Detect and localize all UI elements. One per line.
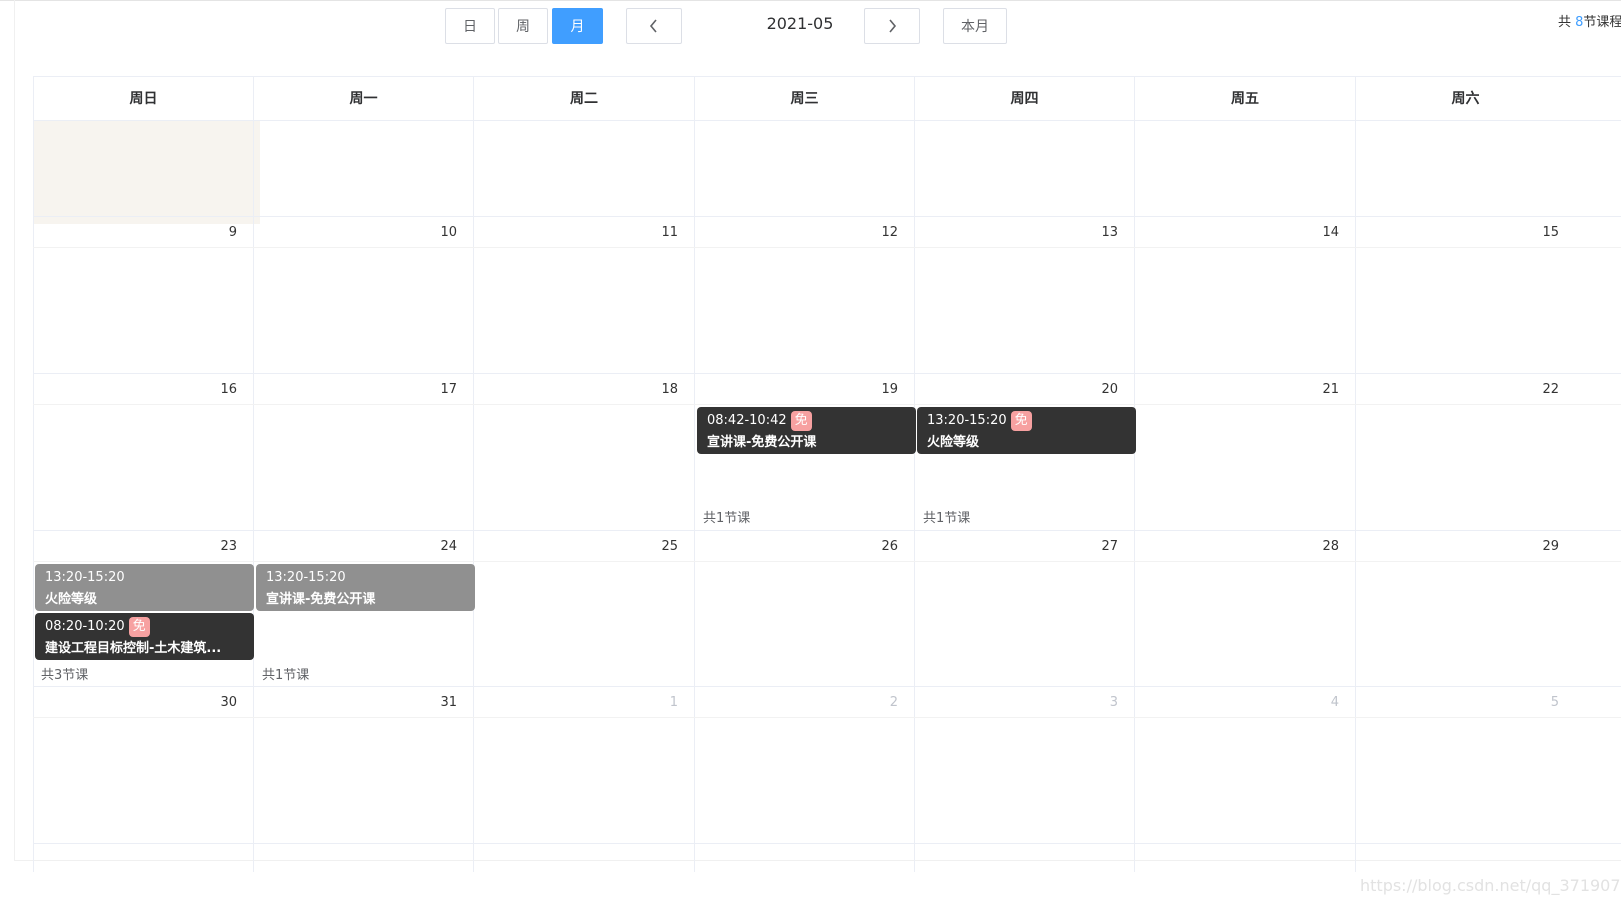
day-number[interactable]: 9 xyxy=(187,225,237,240)
weekday-tue: 周二 xyxy=(473,77,694,121)
date-row-line xyxy=(33,404,1621,405)
weekday-sat: 周六 xyxy=(1355,77,1575,121)
day-number[interactable]: 27 xyxy=(1068,539,1118,554)
day-number-next-month[interactable]: 1 xyxy=(628,695,678,710)
event-title: 火险等级 xyxy=(927,435,980,450)
day-number[interactable]: 15 xyxy=(1509,225,1559,240)
date-row-line xyxy=(33,717,1621,718)
weekday-wed: 周三 xyxy=(694,77,914,121)
this-month-button[interactable]: 本月 xyxy=(943,8,1007,44)
day-number[interactable]: 16 xyxy=(187,382,237,397)
free-badge: 免 xyxy=(128,617,150,637)
day-number[interactable]: 28 xyxy=(1289,539,1339,554)
weekday-mon: 周一 xyxy=(253,77,473,121)
event-time: 13:20-15:20 xyxy=(45,570,125,585)
week-separator xyxy=(33,530,1621,531)
day-number-next-month[interactable]: 3 xyxy=(1068,695,1118,710)
chevron-left-icon xyxy=(649,19,659,33)
view-day-button[interactable]: 日 xyxy=(445,8,495,44)
day-number[interactable]: 31 xyxy=(407,695,457,710)
lesson-count[interactable]: 共1节课 xyxy=(703,507,750,526)
event-time: 13:20-15:20 xyxy=(927,413,1007,428)
view-month-button[interactable]: 月 xyxy=(552,8,603,44)
top-border xyxy=(0,0,1621,1)
weekday-thu: 周四 xyxy=(914,77,1134,121)
grid-line xyxy=(1134,76,1135,872)
next-month-button[interactable] xyxy=(864,8,920,44)
event-time: 13:20-15:20 xyxy=(266,570,346,585)
lesson-count[interactable]: 共3节课 xyxy=(41,664,88,683)
event-time: 08:20-10:20 xyxy=(45,619,125,634)
weekday-sun: 周日 xyxy=(33,77,253,121)
day-number[interactable]: 13 xyxy=(1068,225,1118,240)
day-number[interactable]: 29 xyxy=(1509,539,1559,554)
weekday-header-row: 周日 周一 周二 周三 周四 周五 周六 xyxy=(33,76,1621,121)
summary-suffix: 节课程 xyxy=(1583,15,1621,30)
lesson-event[interactable]: 13:20-15:20 火险等级 xyxy=(35,564,254,611)
day-number[interactable]: 24 xyxy=(407,539,457,554)
lesson-event[interactable]: 08:42-10:42 免 宣讲课-免费公开课 xyxy=(697,407,916,454)
lesson-summary: 共 8节课程 xyxy=(1558,11,1621,30)
day-number[interactable]: 12 xyxy=(848,225,898,240)
grid-line xyxy=(253,76,254,872)
day-number[interactable]: 25 xyxy=(628,539,678,554)
lesson-count[interactable]: 共1节课 xyxy=(262,664,309,683)
empty-day-cell xyxy=(33,121,260,224)
month-calendar: 周日 周一 周二 周三 周四 周五 周六 9 10 11 12 13 14 15… xyxy=(33,76,1621,872)
free-badge: 免 xyxy=(790,411,812,431)
day-number-next-month[interactable]: 2 xyxy=(848,695,898,710)
date-row-line xyxy=(33,247,1621,248)
day-number-next-month[interactable]: 5 xyxy=(1509,695,1559,710)
day-number[interactable]: 22 xyxy=(1509,382,1559,397)
prev-month-button[interactable] xyxy=(626,8,682,44)
watermark: https://blog.csdn.net/qq_37190789 xyxy=(1360,876,1621,895)
grid-line xyxy=(1355,76,1356,872)
lesson-count[interactable]: 共1节课 xyxy=(923,507,970,526)
event-title: 宣讲课-免费公开课 xyxy=(707,435,817,450)
grid-line xyxy=(33,76,34,872)
day-number[interactable]: 26 xyxy=(848,539,898,554)
weekday-fri: 周五 xyxy=(1134,77,1355,121)
free-badge: 免 xyxy=(1010,411,1032,431)
chevron-right-icon xyxy=(887,19,897,33)
day-number[interactable]: 18 xyxy=(628,382,678,397)
day-number[interactable]: 21 xyxy=(1289,382,1339,397)
grid-line xyxy=(473,76,474,872)
week-separator xyxy=(33,843,1621,844)
event-title: 火险等级 xyxy=(45,592,98,607)
day-number[interactable]: 19 xyxy=(848,382,898,397)
summary-prefix: 共 xyxy=(1558,15,1576,30)
day-number[interactable]: 20 xyxy=(1068,382,1118,397)
left-border xyxy=(14,0,15,860)
week-separator xyxy=(33,373,1621,374)
day-number[interactable]: 23 xyxy=(187,539,237,554)
grid-line xyxy=(914,76,915,872)
grid-line xyxy=(694,76,695,872)
date-row-line xyxy=(33,561,1621,562)
event-title: 建设工程目标控制-土木建筑... xyxy=(45,641,222,656)
lesson-event[interactable]: 08:20-10:20 免 建设工程目标控制-土木建筑... xyxy=(35,613,254,660)
day-number[interactable]: 14 xyxy=(1289,225,1339,240)
day-number-next-month[interactable]: 4 xyxy=(1289,695,1339,710)
week-separator xyxy=(33,686,1621,687)
lesson-event[interactable]: 13:20-15:20 免 火险等级 xyxy=(917,407,1136,454)
event-title: 宣讲课-免费公开课 xyxy=(266,592,376,607)
lesson-event[interactable]: 13:20-15:20 宣讲课-免费公开课 xyxy=(256,564,475,611)
day-number[interactable]: 30 xyxy=(187,695,237,710)
current-month-title: 2021-05 xyxy=(766,14,834,33)
view-week-button[interactable]: 周 xyxy=(498,8,548,44)
week-separator xyxy=(33,216,1621,217)
event-time: 08:42-10:42 xyxy=(707,413,787,428)
day-number[interactable]: 17 xyxy=(407,382,457,397)
day-number[interactable]: 11 xyxy=(628,225,678,240)
day-number[interactable]: 10 xyxy=(407,225,457,240)
